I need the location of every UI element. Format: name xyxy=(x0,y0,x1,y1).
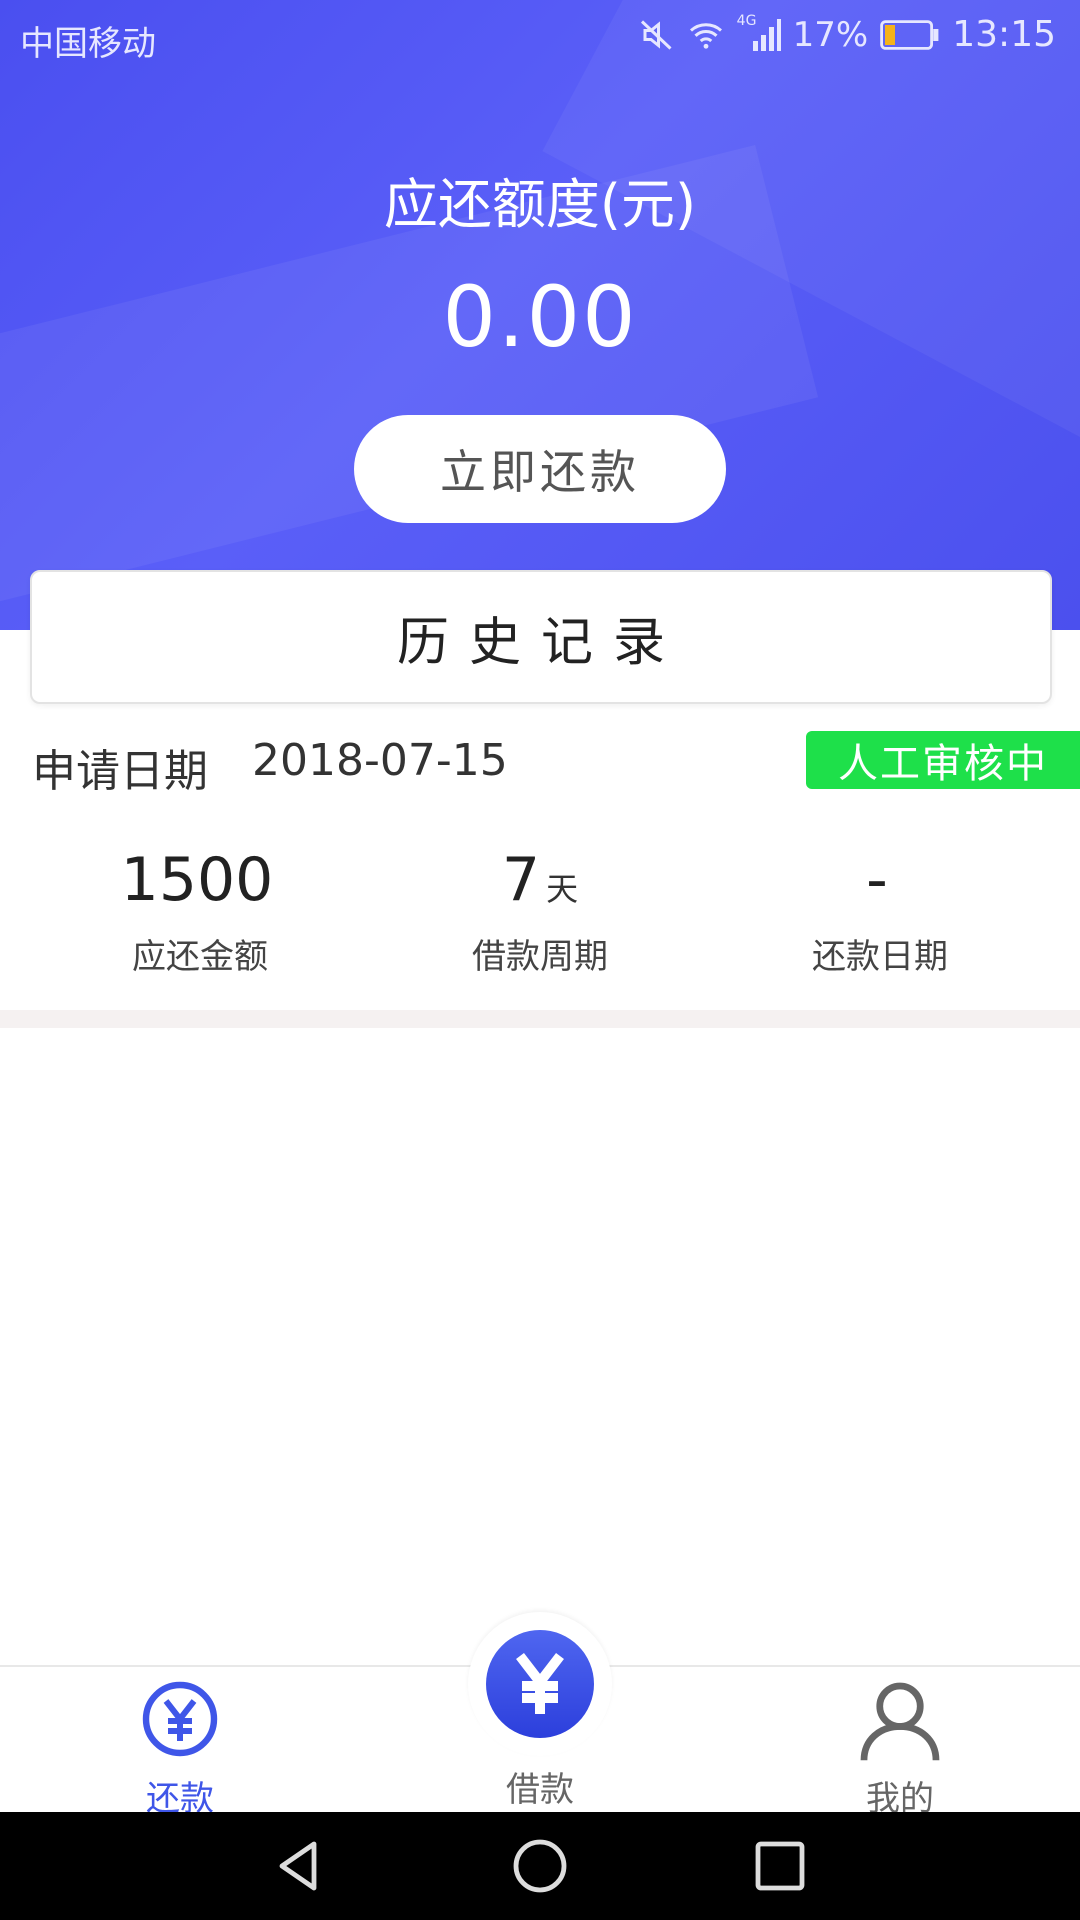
repay-amount-value: 0.00 xyxy=(442,268,638,366)
apply-date-label: 申请日期 xyxy=(32,746,208,797)
stat-value: 1500 xyxy=(120,845,274,915)
mute-icon xyxy=(640,19,672,50)
header-banner: 中国移动 4G 17% 13:15 应还额度(元) 0.00 立即还款 xyxy=(0,0,1080,630)
status-icons: 4G 17% 13:15 xyxy=(639,13,1056,55)
tab-repay[interactable]: 还款 xyxy=(80,1667,280,1819)
battery-icon xyxy=(880,19,939,50)
home-icon[interactable] xyxy=(510,1836,570,1896)
stat-value: 7 xyxy=(501,845,541,915)
stat-repay-date: - 还款日期 xyxy=(710,845,1050,978)
signal-icon: 4G xyxy=(737,13,781,53)
history-record-card[interactable]: 历史记录 xyxy=(30,570,1052,704)
clock: 13:15 xyxy=(952,14,1056,55)
system-nav-bar xyxy=(0,1812,1080,1920)
user-icon xyxy=(860,1682,940,1761)
loan-stats: 1500 应还金额 7天 借款周期 - 还款日期 xyxy=(0,845,1080,995)
stat-amount-due: 1500 应还金额 xyxy=(30,845,370,978)
recent-apps-icon[interactable] xyxy=(750,1836,810,1896)
tab-mine[interactable]: 我的 xyxy=(800,1667,1000,1819)
stat-loan-period: 7天 借款周期 xyxy=(370,845,710,978)
stat-label: 还款日期 xyxy=(812,937,948,977)
record-header: 申请日期 2018-07-15 人工审核中 xyxy=(0,725,1080,805)
stat-label: 借款周期 xyxy=(472,937,608,977)
repay-amount-title: 应还额度(元) xyxy=(383,173,697,236)
battery-percent: 17% xyxy=(792,14,869,55)
apply-date-value: 2018-07-15 xyxy=(252,735,508,786)
stat-unit: 天 xyxy=(546,870,579,908)
status-bar: 中国移动 4G 17% 13:15 xyxy=(0,0,1080,72)
carrier-name: 中国移动 xyxy=(20,24,156,64)
back-icon[interactable] xyxy=(270,1836,330,1896)
stat-value: - xyxy=(866,845,888,915)
yuan-filled-icon[interactable] xyxy=(484,1628,596,1740)
wifi-icon xyxy=(689,22,722,49)
tab-label: 借款 xyxy=(506,1770,574,1810)
section-divider xyxy=(0,1010,1080,1028)
yuan-circle-icon xyxy=(142,1681,218,1757)
repay-now-button[interactable]: 立即还款 xyxy=(354,415,726,523)
status-badge: 人工审核中 xyxy=(806,731,1080,789)
stat-label: 应还金额 xyxy=(132,937,268,977)
